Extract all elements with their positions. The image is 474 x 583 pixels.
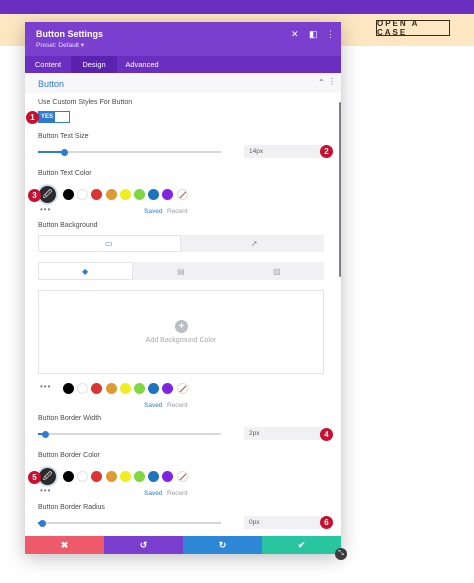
border-color-saved-tab[interactable]: Saved (144, 490, 162, 497)
color-swatch[interactable] (91, 471, 103, 482)
annotation-badge-3: 3 (28, 189, 41, 202)
text-color-picker-icon[interactable]: 🖉 (39, 186, 56, 203)
close-icon[interactable]: ✕ (291, 29, 299, 39)
color-swatch[interactable] (162, 471, 174, 482)
text-size-input[interactable]: 14px (244, 145, 322, 158)
annotation-badge-1: 1 (26, 111, 39, 124)
section-title: Button (38, 79, 65, 89)
scrollbar[interactable] (339, 102, 341, 277)
annotation-badge-4: 4 (320, 428, 333, 441)
border-width-label: Button Border Width (38, 415, 102, 422)
tab-content[interactable]: Content (25, 56, 71, 73)
border-radius-slider[interactable] (38, 519, 221, 527)
color-swatch[interactable] (63, 189, 74, 200)
custom-styles-label: Use Custom Styles For Button (38, 99, 133, 106)
border-color-more-icon[interactable]: ••• (40, 486, 51, 495)
chevron-up-icon[interactable]: ⌃ (318, 78, 325, 87)
text-color-saved-tab[interactable]: Saved (144, 208, 162, 215)
tab-design[interactable]: Design (71, 56, 117, 73)
more-options-icon[interactable]: ⋮ (326, 29, 335, 39)
undo-button[interactable]: ↺ (104, 536, 183, 554)
color-swatch[interactable] (105, 383, 117, 394)
custom-styles-toggle[interactable]: YES (38, 111, 70, 123)
color-swatch[interactable] (148, 189, 160, 200)
cancel-button[interactable]: ✖ (25, 536, 104, 554)
modal-footer: ✖ ↺ ↻ ✔ (25, 536, 341, 554)
no-color-swatch[interactable] (176, 189, 188, 200)
color-swatch[interactable] (105, 471, 117, 482)
add-background-label: Add Background Color (145, 337, 217, 344)
color-swatch[interactable] (119, 189, 131, 200)
border-color-label: Button Border Color (38, 452, 100, 459)
border-width-slider[interactable] (38, 430, 221, 438)
color-swatch[interactable] (91, 383, 103, 394)
color-swatch[interactable] (63, 383, 74, 394)
color-swatch[interactable] (119, 383, 131, 394)
color-swatch[interactable] (134, 189, 145, 200)
color-swatch[interactable] (148, 471, 160, 482)
desktop-icon: ▭ (105, 239, 113, 248)
background-label: Button Background (38, 222, 98, 229)
color-swatch[interactable] (134, 471, 145, 482)
color-swatch[interactable] (119, 471, 131, 482)
button-settings-modal: Button Settings Preset: Default ▾ ✕ ◧ ⋮ … (25, 22, 341, 554)
modal-header: Button Settings Preset: Default ▾ ✕ ◧ ⋮ (25, 22, 341, 56)
slider-thumb[interactable] (39, 519, 46, 527)
color-swatch[interactable] (63, 471, 74, 482)
section-header-button[interactable]: Button ⌃ ⋮ (25, 73, 341, 93)
toggle-yes-label: YES (39, 112, 55, 122)
text-color-recent-tab[interactable]: Recent (167, 208, 188, 215)
color-swatch[interactable] (77, 471, 89, 482)
color-swatch[interactable] (77, 383, 89, 394)
color-swatch[interactable] (77, 189, 89, 200)
add-icon[interactable]: + (175, 320, 188, 333)
modal-title: Button Settings (36, 29, 103, 39)
color-swatch[interactable] (91, 189, 103, 200)
hover-cursor-icon[interactable]: ➚ (251, 239, 258, 248)
preset-selector[interactable]: Preset: Default ▾ (36, 41, 84, 49)
color-swatch[interactable] (162, 189, 174, 200)
settings-tabs: Content Design Advanced (25, 56, 341, 73)
border-color-recent-tab[interactable]: Recent (167, 490, 188, 497)
slider-thumb[interactable] (61, 148, 68, 156)
no-color-swatch[interactable] (176, 383, 188, 394)
dock-icon[interactable]: ◧ (309, 29, 318, 39)
annotation-badge-5: 5 (28, 471, 41, 484)
color-swatch[interactable] (105, 189, 117, 200)
section-more-icon[interactable]: ⋮ (328, 77, 336, 86)
slider-thumb[interactable] (42, 430, 49, 438)
border-radius-label: Button Border Radius (38, 504, 105, 511)
paint-bucket-icon: ◆ (82, 267, 89, 276)
text-color-more-icon[interactable]: ••• (40, 205, 51, 214)
no-color-swatch[interactable] (176, 471, 188, 482)
redo-button[interactable]: ↻ (183, 536, 262, 554)
color-swatch[interactable] (162, 383, 174, 394)
save-button[interactable]: ✔ (262, 536, 341, 554)
text-size-label: Button Text Size (38, 133, 89, 140)
text-size-slider[interactable] (38, 148, 221, 156)
text-color-label: Button Text Color (38, 170, 92, 177)
background-saved-tab[interactable]: Saved (144, 402, 162, 409)
add-background-dropzone[interactable]: + Add Background Color (38, 290, 324, 374)
background-more-icon[interactable]: ••• (40, 382, 51, 391)
border-width-input[interactable]: 2px (244, 427, 322, 440)
annotation-badge-6: 6 (320, 516, 333, 529)
resize-handle-icon[interactable]: ⤡ (335, 548, 347, 560)
color-swatch[interactable] (148, 383, 160, 394)
tab-advanced[interactable]: Advanced (117, 56, 167, 73)
gradient-icon[interactable]: ▤ (177, 267, 185, 276)
border-color-picker-icon[interactable]: 🖉 (39, 468, 56, 485)
annotation-badge-2: 2 (320, 145, 333, 158)
site-top-bar (0, 0, 474, 14)
border-radius-input[interactable]: 0px (244, 516, 322, 529)
open-case-button[interactable]: OPEN A CASE (376, 19, 450, 37)
background-recent-tab[interactable]: Recent (167, 402, 188, 409)
image-icon[interactable]: ▨ (273, 267, 281, 276)
color-swatch[interactable] (134, 383, 145, 394)
